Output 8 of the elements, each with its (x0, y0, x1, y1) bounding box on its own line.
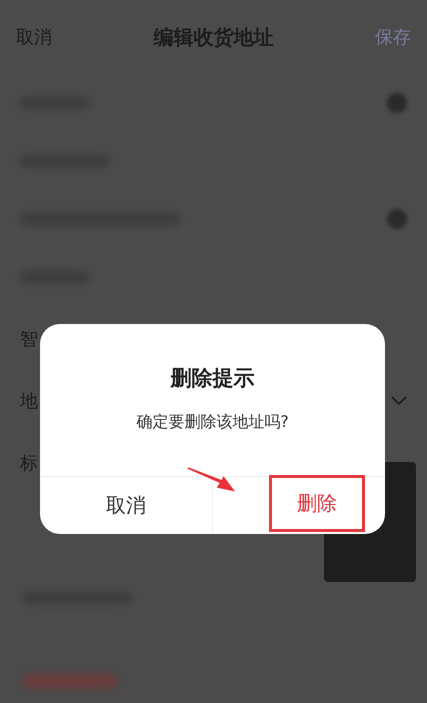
blurred-icon (387, 209, 407, 229)
delete-button[interactable]: 删除 (269, 475, 365, 532)
blurred-icon (387, 93, 407, 113)
dialog-title: 删除提示 (170, 365, 254, 392)
dialog-message: 确定要删除该地址吗? (136, 412, 289, 433)
annotation-arrow (187, 468, 235, 492)
chevron-down-icon[interactable] (391, 396, 407, 406)
cancel-button[interactable]: 取消 (106, 492, 146, 519)
